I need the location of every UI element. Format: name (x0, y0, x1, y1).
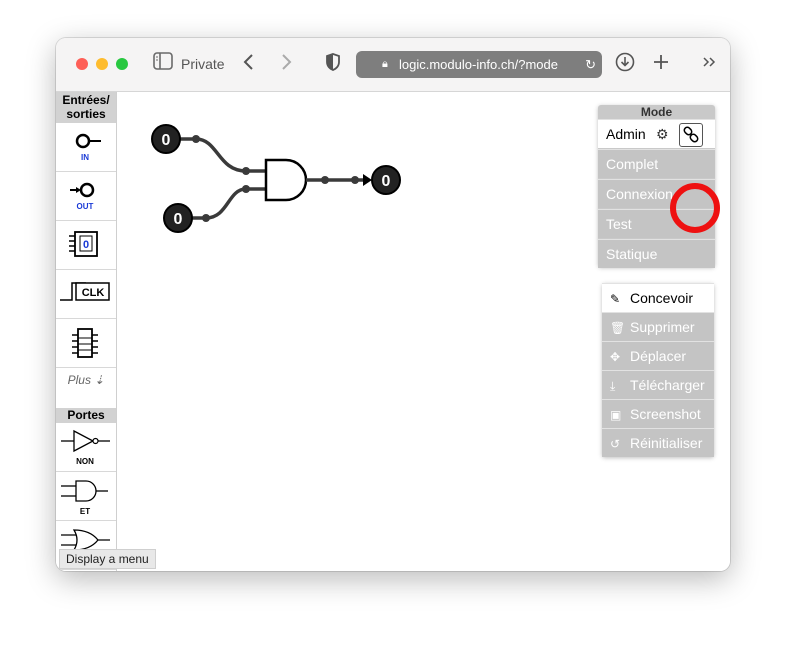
download-tray-icon: ⤓ (610, 379, 616, 393)
trash-icon: 🗑︎ (610, 321, 626, 335)
image-icon: ▣ (610, 408, 622, 422)
palette-display[interactable]: 0 (56, 221, 116, 270)
action-concevoir-label: Concevoir (630, 290, 694, 306)
action-telecharger[interactable]: ⤓ Télécharger (602, 370, 714, 399)
tooltip: Display a menu (59, 549, 156, 569)
lock-icon: 🔒︎ (382, 58, 388, 70)
clk-label: CLK (82, 287, 105, 299)
address-bar[interactable]: 🔒︎ logic.modulo-info.ch/?mode ↻ (356, 51, 602, 78)
minimize-window-button[interactable] (96, 58, 108, 70)
highlight-ring (670, 183, 720, 233)
io-heading: Entrées/ sorties (56, 92, 116, 123)
new-tab-icon[interactable] (653, 52, 669, 78)
input2-value: 0 (174, 211, 183, 228)
component-palette: Entrées/ sorties IN OUT 0 CLK Plus ⇣ Por… (56, 92, 117, 571)
palette-clock[interactable]: CLK (56, 270, 116, 319)
link-button[interactable] (679, 123, 703, 147)
action-supprimer[interactable]: 🗑︎ Supprimer (602, 312, 714, 341)
action-screenshot[interactable]: ▣ Screenshot (602, 399, 714, 428)
browser-window: Private 🔒︎ logic.modulo-info.ch/?mode ↻ … (56, 38, 730, 571)
actions-panel: ✎ Concevoir 🗑︎ Supprimer ✥ Déplacer ⤓ Téléch… (602, 283, 714, 457)
sidebar-toggle-icon[interactable] (153, 52, 173, 76)
mode-complet[interactable]: Complet (598, 149, 715, 178)
gates-heading: Portes (56, 408, 116, 423)
palette-bus-icon[interactable] (56, 319, 116, 368)
action-deplacer[interactable]: ✥ Déplacer (602, 341, 714, 370)
reset-icon: ↺ (610, 437, 621, 451)
link-icon (683, 126, 699, 143)
browser-titlebar: Private 🔒︎ logic.modulo-info.ch/?mode ↻ (56, 38, 730, 92)
display-value: 0 (83, 239, 89, 251)
private-label: Private (181, 56, 225, 72)
shield-icon[interactable] (325, 52, 341, 78)
action-concevoir[interactable]: ✎ Concevoir (602, 283, 714, 312)
palette-not-gate[interactable]: NON (56, 423, 116, 472)
palette-input[interactable]: IN (56, 123, 116, 172)
url-text: logic.modulo-info.ch/?mode (399, 57, 558, 72)
input-node-2[interactable]: 0 (163, 203, 193, 233)
gear-icon[interactable]: ⚙︎ (656, 120, 669, 148)
more-components-link[interactable]: Plus ⇣ (56, 368, 116, 408)
out-label: OUT (77, 202, 94, 211)
overflow-chevron-icon[interactable] (702, 52, 718, 78)
output-value: 0 (382, 173, 391, 190)
not-label: NON (76, 457, 94, 466)
palette-and-gate[interactable]: ET (56, 472, 116, 521)
edit-icon: ✎ (610, 292, 621, 306)
action-telecharger-label: Télécharger (630, 377, 705, 393)
input1-value: 0 (162, 132, 171, 149)
palette-output[interactable]: OUT (56, 172, 116, 221)
back-icon[interactable] (242, 52, 256, 78)
mode-title: Mode (640, 105, 673, 119)
maximize-window-button[interactable] (116, 58, 128, 70)
reload-icon[interactable]: ↻ (585, 51, 596, 78)
close-window-button[interactable] (76, 58, 88, 70)
input-node-1[interactable]: 0 (151, 124, 181, 154)
and-gate[interactable] (264, 158, 308, 202)
mode-statique[interactable]: Statique (598, 239, 715, 268)
action-reinitialiser[interactable]: ↺ Réinitialiser (602, 428, 714, 457)
move-icon: ✥ (610, 350, 621, 364)
in-label: IN (81, 153, 89, 162)
page-content: Entrées/ sorties IN OUT 0 CLK Plus ⇣ Por… (56, 92, 730, 571)
forward-icon[interactable] (279, 52, 293, 78)
action-reinitialiser-label: Réinitialiser (630, 435, 703, 451)
wire-input1[interactable] (166, 135, 266, 175)
wire-output[interactable] (306, 174, 372, 186)
download-icon[interactable] (615, 52, 635, 78)
output-node: 0 (371, 165, 401, 195)
mode-admin[interactable]: Admin ⚙︎ (598, 119, 715, 148)
action-supprimer-label: Supprimer (630, 319, 695, 335)
mode-admin-label: Admin (606, 126, 646, 142)
action-screenshot-label: Screenshot (630, 406, 701, 422)
and-label: ET (80, 507, 90, 516)
action-deplacer-label: Déplacer (630, 348, 687, 364)
